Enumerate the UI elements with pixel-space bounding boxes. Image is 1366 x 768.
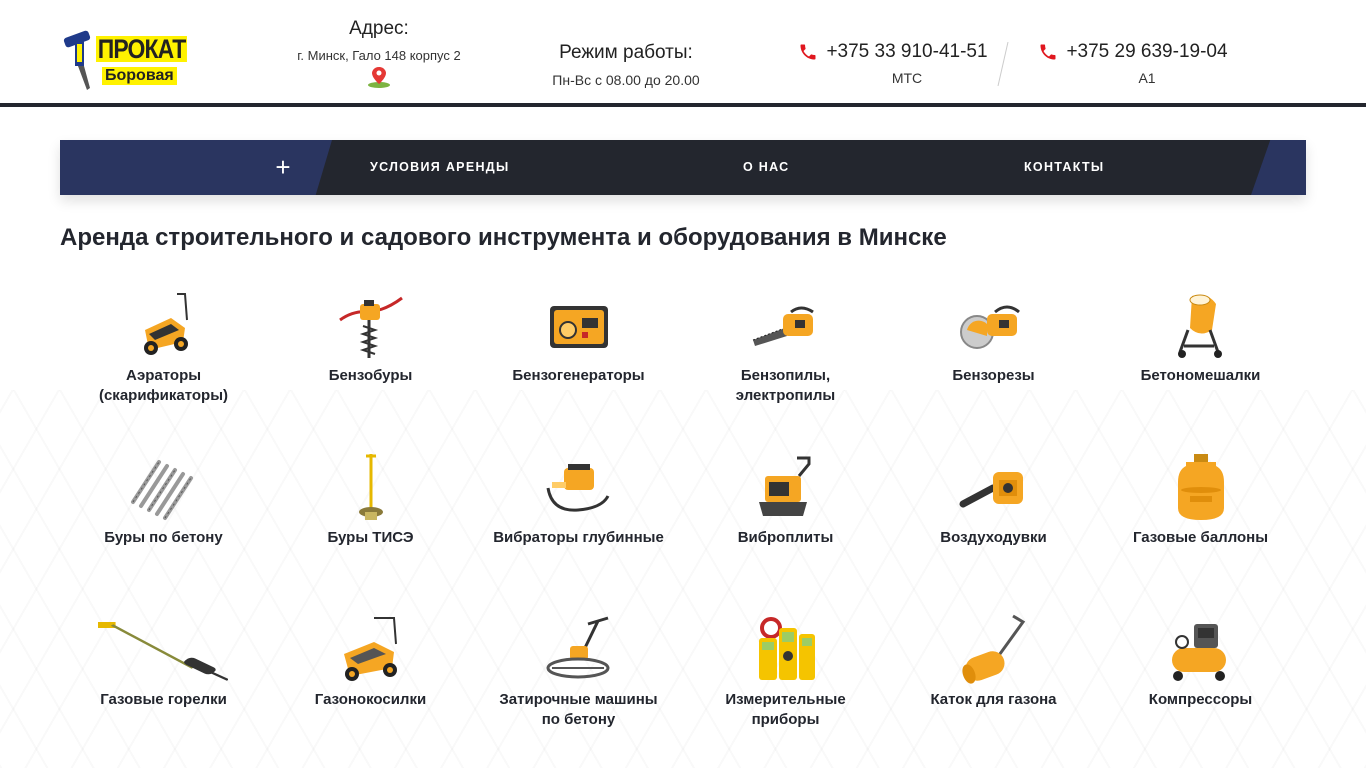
catalog-item-label: Виброплиты xyxy=(737,529,834,546)
phone-operator: МТС xyxy=(891,70,923,86)
plate-compactor-icon xyxy=(758,456,810,516)
catalog-item-label: Каток для газона xyxy=(930,691,1057,708)
catalog-item-gas-torches[interactable]: Газовые горелки xyxy=(60,614,267,710)
address-label: Адрес: xyxy=(349,18,409,39)
header-divider xyxy=(997,42,1009,86)
logo-title: ПРОКАТ xyxy=(96,34,188,64)
page-title: Аренда строительного и садового инструме… xyxy=(60,224,947,251)
working-hours: Режим работы: Пн-Вс с 08.00 до 20.00 xyxy=(540,42,712,88)
catalog-item-lawn-mowers[interactable]: Газонокосилки xyxy=(267,614,474,710)
catalog-item-label: Бензогенераторы xyxy=(512,367,645,384)
catalog-item-deep-vibrators[interactable]: Вибраторы глубинные xyxy=(475,452,682,548)
catalog-item-gas-cylinders[interactable]: Газовые баллоны xyxy=(1097,452,1304,548)
catalog-item-label: Аэраторы (скарификаторы) xyxy=(98,367,229,404)
address-value: г. Минск, Гало 148 корпус 2 xyxy=(297,48,461,63)
catalog-item-label: Газонокосилки xyxy=(314,691,427,708)
phone-a1[interactable]: +375 29 639-19-04 А1 xyxy=(1028,41,1238,86)
nav-decor xyxy=(1251,140,1306,195)
catalog-item-tise-drills[interactable]: Буры ТИСЭ xyxy=(267,452,474,548)
catalog-item-plate-compactors[interactable]: Виброплиты xyxy=(682,452,889,548)
aerator-icon xyxy=(143,293,188,355)
catalog-item-label: Компрессоры xyxy=(1148,691,1253,708)
catalog-item-chainsaws[interactable]: Бензопилы, электропилы xyxy=(682,290,889,406)
drill-bits-icon xyxy=(130,460,193,520)
catalog-item-label: Бетономешалки xyxy=(1140,367,1261,384)
catalog-item-label: Воздуходувки xyxy=(940,529,1047,546)
catalog-item-cutoff-saws[interactable]: Бензорезы xyxy=(890,290,1097,386)
lawn-mower-icon xyxy=(343,617,397,681)
catalog-item-label: Вибраторы глубинные xyxy=(493,529,664,546)
main-nav: + УСЛОВИЯ АРЕНДЫ О НАС КОНТАКТЫ xyxy=(60,140,1306,195)
nav-contacts[interactable]: КОНТАКТЫ xyxy=(1024,140,1104,195)
auger-icon xyxy=(338,296,403,358)
concrete-mixer-icon xyxy=(1177,294,1222,358)
phone-number[interactable]: +375 29 639-19-04 xyxy=(1066,41,1227,63)
catalog-item-concrete-mixers[interactable]: Бетономешалки xyxy=(1097,290,1304,386)
catalog-item-label: Буры по бетону xyxy=(104,529,223,546)
catalog-item-lawn-roller[interactable]: Каток для газона xyxy=(890,614,1097,710)
site-logo[interactable]: ПРОКАТ Боровая xyxy=(60,30,190,92)
catalog-item-label: Буры ТИСЭ xyxy=(327,529,414,546)
phone-operator: А1 xyxy=(1138,70,1156,86)
multimeter-icon xyxy=(758,617,815,680)
nav-about[interactable]: О НАС xyxy=(743,140,789,195)
catalog-item-generators[interactable]: Бензогенераторы xyxy=(475,290,682,386)
catalog-item-compressors[interactable]: Компрессоры xyxy=(1097,614,1304,710)
catalog-item-label: Бензобуры xyxy=(328,367,413,384)
lawn-roller-icon xyxy=(961,614,1025,684)
vibrator-icon xyxy=(546,464,609,512)
gas-cylinder-icon xyxy=(1177,454,1224,520)
generator-icon xyxy=(549,306,608,348)
header-underline xyxy=(0,101,1366,107)
cutoff-saw-icon xyxy=(959,305,1020,349)
nav-rental-terms[interactable]: УСЛОВИЯ АРЕНДЫ xyxy=(370,140,510,195)
hours-value: Пн-Вс с 08.00 до 20.00 xyxy=(552,72,700,88)
catalog-item-concrete-drill-bits[interactable]: Буры по бетону xyxy=(60,452,267,548)
catalog-item-label: Бензорезы xyxy=(952,367,1035,384)
tise-drill-icon xyxy=(358,454,383,520)
catalog-item-label: Измерительные приборы xyxy=(725,691,846,728)
catalog-item-aerators[interactable]: Аэраторы (скарификаторы) xyxy=(60,290,267,406)
power-trowel-icon xyxy=(546,616,609,679)
chainsaw-icon xyxy=(752,306,814,346)
phone-mts[interactable]: +375 33 910-41-51 МТС xyxy=(788,41,998,86)
catalog-item-power-trowels[interactable]: Затирочные машины по бетону xyxy=(475,614,682,730)
site-header: ПРОКАТ Боровая Адрес: г. Минск, Гало 148… xyxy=(0,0,1366,102)
map-pin-icon[interactable] xyxy=(366,65,392,89)
jackhammer-icon xyxy=(63,30,91,90)
phone-number[interactable]: +375 33 910-41-51 xyxy=(826,41,987,63)
phone-icon xyxy=(1040,44,1056,60)
plus-icon[interactable]: + xyxy=(270,153,296,181)
compressor-icon xyxy=(1171,624,1226,681)
catalog-item-label: Газовые баллоны xyxy=(1132,529,1269,546)
catalog-item-label: Газовые горелки xyxy=(100,691,227,708)
blower-icon xyxy=(959,472,1023,508)
hours-label: Режим работы: xyxy=(559,42,693,63)
catalog-item-measuring-devices[interactable]: Измерительные приборы xyxy=(682,614,889,730)
catalog-item-petrol-augers[interactable]: Бензобуры xyxy=(267,290,474,386)
catalog-item-label: Затирочные машины по бетону xyxy=(499,691,658,728)
catalog-item-label: Бензопилы, электропилы xyxy=(735,367,836,404)
gas-torch-icon xyxy=(98,622,228,681)
logo-subtitle: Боровая xyxy=(102,67,177,85)
address-block: Адрес: г. Минск, Гало 148 корпус 2 xyxy=(270,18,488,94)
phone-icon xyxy=(800,44,816,60)
catalog-item-blowers[interactable]: Воздуходувки xyxy=(890,452,1097,548)
